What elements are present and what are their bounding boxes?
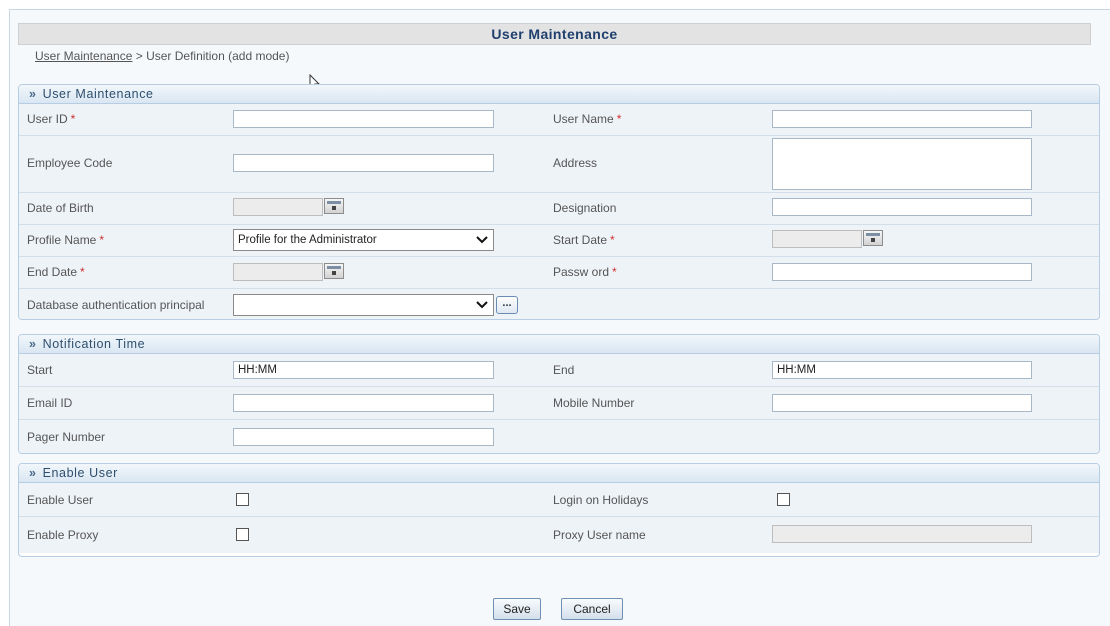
start-end-row: Start HH:MM End HH:MM (19, 354, 1099, 387)
date-of-birth-input[interactable] (233, 198, 323, 216)
enable-proxy-label: Enable Proxy (27, 528, 99, 542)
pager-row: Pager Number (19, 420, 1099, 453)
user-name-label: User Name (553, 112, 614, 126)
chevron-down-icon (476, 236, 488, 244)
enable-user-checkbox[interactable] (236, 493, 249, 506)
end-label: End (553, 363, 575, 377)
notification-time-section: » Notification Time Start HH:MM End HH:MM… (18, 334, 1100, 454)
breadcrumb-link-user-maintenance[interactable]: User Maintenance (35, 49, 132, 63)
user-id-row: User ID * User Name * (19, 104, 1099, 136)
email-id-input[interactable] (233, 394, 494, 412)
designation-label: Designation (553, 201, 617, 215)
password-input[interactable] (772, 263, 1032, 281)
profile-name-selected-value: Profile for the Administrator (238, 234, 377, 246)
login-on-holidays-label: Login on Holidays (553, 493, 649, 507)
db-auth-row: Database authentication principal ... (19, 289, 1099, 319)
chevron-down-icon (476, 301, 488, 309)
calendar-icon[interactable] (324, 198, 344, 214)
enable-user-section: » Enable User Enable User Login on Holida… (18, 463, 1100, 557)
mobile-number-label: Mobile Number (553, 396, 635, 410)
mobile-number-input[interactable] (772, 394, 1032, 412)
required-marker: * (99, 233, 105, 247)
date-of-birth-label: Date of Birth (27, 201, 94, 215)
user-id-input[interactable] (233, 110, 494, 128)
notification-time-section-header: » Notification Time (19, 335, 1099, 354)
end-date-label: End Date (27, 265, 78, 279)
calendar-icon[interactable] (863, 230, 883, 246)
address-label: Address (553, 156, 598, 170)
address-textarea[interactable] (772, 138, 1032, 190)
required-marker: * (70, 112, 76, 126)
enable-proxy-checkbox[interactable] (236, 528, 249, 541)
enable-user-label: Enable User (27, 493, 94, 507)
user-id-label: User ID (27, 112, 68, 126)
db-auth-select[interactable] (233, 294, 494, 316)
employee-code-input[interactable] (233, 154, 494, 172)
end-date-input[interactable] (233, 263, 323, 281)
chevron-right-icon: » (29, 466, 37, 480)
chevron-right-icon: » (29, 87, 37, 101)
start-time-input[interactable]: HH:MM (233, 361, 494, 379)
enable-user-section-header: » Enable User (19, 464, 1099, 483)
date-of-birth-row: Date of Birth Designation (19, 193, 1099, 225)
profile-name-row: Profile Name * Profile for the Administra… (19, 225, 1099, 257)
login-on-holidays-checkbox[interactable] (777, 493, 790, 506)
start-date-label: Start Date (553, 233, 608, 247)
employee-code-row: Employee Code Address (19, 136, 1099, 193)
pager-number-input[interactable] (233, 428, 494, 446)
profile-name-select[interactable]: Profile for the Administrator (233, 229, 494, 251)
required-marker: * (610, 233, 615, 247)
user-name-input[interactable] (772, 110, 1032, 128)
save-button[interactable]: Save (493, 598, 541, 620)
end-date-row: End Date * Passw ord * (19, 257, 1099, 289)
profile-name-label: Profile Name (27, 233, 97, 247)
required-marker: * (616, 112, 622, 126)
enable-user-row: Enable User Login on Holidays (19, 483, 1099, 517)
db-auth-browse-button[interactable]: ... (496, 296, 518, 314)
db-auth-label: Database authentication principal (27, 298, 205, 312)
required-marker: * (612, 265, 617, 279)
end-time-input[interactable]: HH:MM (772, 361, 1032, 379)
password-label: Passw ord (553, 265, 610, 279)
required-marker: * (80, 265, 85, 279)
start-date-input[interactable] (772, 230, 862, 248)
proxy-user-name-input[interactable] (772, 525, 1032, 543)
page-title: User Maintenance (18, 23, 1091, 45)
enable-proxy-row: Enable Proxy Proxy User name (19, 517, 1099, 553)
user-maintenance-section: » User Maintenance User ID * User Name * Em… (18, 84, 1100, 320)
breadcrumb: User Maintenance > User Definition (add … (35, 49, 289, 63)
chevron-right-icon: » (29, 337, 37, 351)
start-label: Start (27, 363, 53, 377)
user-maintenance-section-header: » User Maintenance (19, 85, 1099, 104)
proxy-user-name-label: Proxy User name (553, 528, 646, 542)
employee-code-label: Employee Code (27, 156, 113, 170)
cancel-button[interactable]: Cancel (561, 598, 623, 620)
calendar-icon[interactable] (324, 263, 344, 279)
designation-input[interactable] (772, 198, 1032, 216)
pager-number-label: Pager Number (27, 430, 106, 444)
email-mobile-row: Email ID Mobile Number (19, 387, 1099, 420)
breadcrumb-separator: > (132, 49, 147, 63)
breadcrumb-current: User Definition (add mode) (146, 49, 290, 63)
email-id-label: Email ID (27, 396, 73, 410)
